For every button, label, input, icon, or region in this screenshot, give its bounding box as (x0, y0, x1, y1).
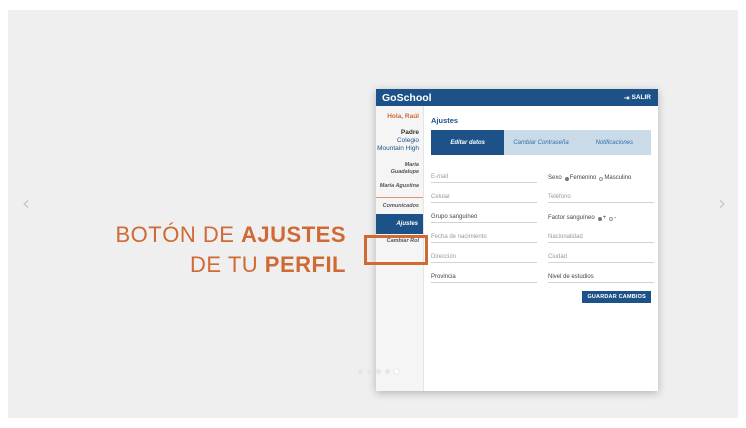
sexo-femenino-label: Femenino (569, 175, 597, 181)
carousel-dot-4[interactable] (385, 369, 390, 374)
factor-minus-label: - (614, 215, 617, 221)
school-name: Colegio Mountain High (377, 137, 419, 152)
sexo-field: Sexo Femenino Masculino (548, 165, 654, 183)
factor-label: Factor sanguíneo (548, 215, 595, 221)
nacionalidad-field[interactable]: Nacionalidad (548, 225, 654, 243)
sexo-femenino-radio[interactable] (564, 177, 569, 181)
settings-panel: Ajustes Editar datos Cambiar Contraseña … (431, 106, 654, 391)
factor-plus-radio[interactable] (597, 217, 602, 221)
tab-editar-datos[interactable]: Editar datos (431, 130, 505, 155)
carousel-dot-1[interactable] (358, 369, 363, 374)
tab-notificaciones[interactable]: Notificaciones (578, 130, 651, 155)
factor-plus-label: + (602, 215, 607, 221)
sidebar-item-child-1[interactable]: María Guadalupe (376, 153, 423, 176)
carousel-dot-5[interactable] (394, 369, 399, 374)
sidebar-divider (376, 197, 423, 198)
logout-button[interactable]: ⇥ SALIR (624, 94, 651, 102)
carousel-dot-2[interactable] (367, 369, 372, 374)
tab-cambiar-contrasena[interactable]: Cambiar Contraseña (504, 130, 577, 155)
save-row: GUARDAR CAMBIOS (431, 291, 651, 303)
sidebar-item-ajustes[interactable]: Ajustes (376, 214, 423, 234)
celular-field[interactable]: Celular (431, 185, 537, 203)
factor-minus-radio[interactable] (609, 217, 614, 221)
logout-label: SALIR (631, 94, 652, 101)
caption-line-1: BOTÓN DE AJUSTES (115, 222, 346, 247)
carousel-prev-icon[interactable]: ‹ (22, 193, 30, 213)
ajustes-highlight-box (364, 235, 428, 265)
direccion-field[interactable]: Dirección (431, 245, 537, 263)
fecha-nacimiento-field[interactable]: Fecha de nacimiento (431, 225, 537, 243)
role-label: Padre (400, 129, 419, 136)
carousel-dot-3[interactable] (376, 369, 381, 374)
profile-form: E-mail Sexo Femenino Masculino Celular T… (431, 165, 654, 285)
logout-icon: ⇥ (624, 94, 630, 102)
sidebar-item-child-2[interactable]: María Agustina (376, 176, 423, 190)
save-button[interactable]: GUARDAR CAMBIOS (582, 291, 651, 303)
carousel-dots (358, 369, 399, 374)
factor-sanguineo-field: Factor sanguíneo + - (548, 205, 654, 223)
telefono-field[interactable]: Teléfono (548, 185, 654, 203)
nivel-estudios-field[interactable]: Nivel de estudios (548, 265, 654, 283)
settings-tabs: Editar datos Cambiar Contraseña Notifica… (431, 130, 651, 155)
caption-line-2: DE TU PERFIL (190, 252, 346, 277)
grupo-sanguineo-field[interactable]: Grupo sanguíneo (431, 205, 537, 223)
sexo-masculino-radio[interactable] (599, 177, 604, 181)
greeting: Hola, Raúl (387, 113, 419, 120)
slide-caption: BOTÓN DE AJUSTES DE TU PERFIL (116, 220, 347, 280)
sexo-masculino-label: Masculino (604, 175, 632, 181)
app-brand: GoSchool (382, 91, 432, 104)
page-title: Ajustes (431, 116, 459, 125)
app-header: GoSchool ⇥ SALIR (376, 89, 658, 106)
sidebar-item-comunicados[interactable]: Comunicados (376, 198, 423, 209)
sidebar-role[interactable]: Padre Colegio Mountain High (376, 120, 423, 153)
ciudad-field[interactable]: Ciudad (548, 245, 654, 263)
email-field[interactable]: E-mail (431, 165, 537, 183)
sexo-label: Sexo (548, 175, 562, 181)
provincia-field[interactable]: Provincia (431, 265, 537, 283)
carousel-next-icon[interactable]: › (718, 193, 726, 213)
